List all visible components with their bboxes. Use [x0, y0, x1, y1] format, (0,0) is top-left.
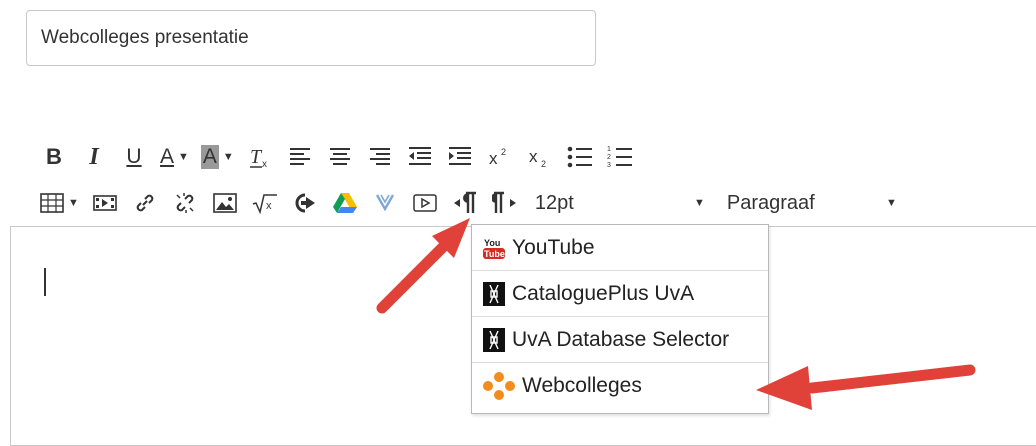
numbered-list-button[interactable]: 123: [606, 142, 634, 172]
svg-text:You: You: [484, 238, 500, 248]
svg-text:x: x: [489, 149, 498, 168]
toolbar-row-insert: ▼ x 12pt ▼ Paragraaf ▼: [40, 186, 1036, 220]
share-arrow-icon: [295, 193, 315, 213]
menu-item-label: Webcolleges: [522, 374, 642, 397]
subscript-button[interactable]: x2: [526, 142, 554, 172]
bold-button[interactable]: B: [40, 142, 68, 172]
media-dropdown-menu: You Tube YouTube CataloguePlus UvA UvA Da…: [471, 224, 769, 414]
svg-text:3: 3: [607, 162, 611, 169]
square-root-icon: x: [252, 194, 277, 214]
chevron-down-icon: ▼: [178, 151, 189, 163]
rtl-button[interactable]: [491, 188, 519, 218]
underline-button[interactable]: U: [120, 142, 148, 172]
numbered-list-icon: 123: [607, 146, 632, 169]
chevron-down-icon: ▼: [694, 197, 705, 209]
chevron-down-icon: ▼: [222, 151, 234, 163]
svg-text:2: 2: [607, 154, 611, 161]
uva-icon: [482, 327, 506, 352]
bullet-list-icon: [567, 146, 592, 168]
table-icon: [40, 193, 64, 213]
google-drive-icon: [332, 193, 357, 213]
video-button[interactable]: [411, 188, 439, 218]
paragraph-ltr-icon: [453, 191, 476, 213]
format-value: Paragraaf: [726, 191, 815, 214]
menu-item-uva-database-selector[interactable]: UvA Database Selector: [472, 317, 768, 363]
italic-button[interactable]: I: [80, 142, 108, 172]
paragraph-rtl-icon: [491, 191, 516, 213]
webcolleges-icon: [482, 372, 516, 400]
chevron-down-icon: ▼: [68, 197, 79, 209]
background-color-button[interactable]: A ▼: [200, 142, 234, 172]
svg-text:Tube: Tube: [484, 249, 505, 259]
clear-formatting-button[interactable]: Tx: [246, 142, 274, 172]
align-right-button[interactable]: [366, 142, 394, 172]
link-icon: [136, 194, 154, 212]
film-icon: [93, 195, 117, 211]
text-cursor: [44, 268, 46, 296]
bold-label: B: [46, 144, 62, 169]
table-button[interactable]: ▼: [40, 188, 79, 218]
uva-icon: [482, 281, 506, 306]
superscript-button[interactable]: x2: [486, 142, 514, 172]
unlink-button[interactable]: [171, 188, 199, 218]
underline-label: U: [126, 145, 142, 168]
indent-button[interactable]: [446, 142, 474, 172]
clear-formatting-icon: Tx: [249, 146, 267, 169]
indent-icon: [448, 147, 471, 165]
toolbar-row-formatting: B I U A ▼ A ▼ Tx x2 x2 123: [40, 140, 646, 174]
media-button[interactable]: [91, 188, 119, 218]
format-select[interactable]: Paragraaf ▼: [727, 192, 897, 215]
chevron-down-icon: ▼: [886, 197, 897, 209]
menu-item-label: YouTube: [512, 235, 595, 259]
ltr-button[interactable]: [451, 188, 479, 218]
menu-item-webcolleges[interactable]: Webcolleges: [472, 363, 768, 409]
outdent-icon: [408, 147, 431, 165]
svg-text:x: x: [529, 147, 538, 166]
align-left-button[interactable]: [286, 142, 314, 172]
image-button[interactable]: [211, 188, 239, 218]
menu-item-label: CataloguePlus UvA: [512, 281, 695, 305]
chevron-down-double-icon: [375, 194, 394, 212]
background-color-label: A: [200, 145, 219, 169]
play-icon: [413, 194, 437, 212]
more-media-button[interactable]: [371, 188, 399, 218]
title-input[interactable]: [26, 10, 596, 66]
link-button[interactable]: [131, 188, 159, 218]
svg-text:x: x: [266, 200, 272, 212]
google-drive-button[interactable]: [331, 188, 359, 218]
equation-button[interactable]: x: [251, 188, 279, 218]
font-size-select[interactable]: 12pt ▼: [535, 192, 705, 215]
svg-text:x: x: [262, 159, 267, 169]
align-center-button[interactable]: [326, 142, 354, 172]
align-center-icon: [329, 148, 350, 165]
bullet-list-button[interactable]: [566, 142, 594, 172]
align-left-icon: [289, 148, 310, 165]
menu-item-youtube[interactable]: You Tube YouTube: [472, 225, 768, 271]
embed-button[interactable]: [291, 188, 319, 218]
font-size-value: 12pt: [534, 191, 574, 214]
youtube-icon: You Tube: [482, 235, 506, 260]
svg-text:2: 2: [541, 159, 546, 168]
superscript-icon: x2: [489, 147, 506, 168]
menu-item-catalogueplus[interactable]: CataloguePlus UvA: [472, 271, 768, 317]
text-color-label: A: [160, 145, 175, 168]
subscript-icon: x2: [529, 147, 546, 168]
svg-text:1: 1: [607, 146, 611, 153]
unlink-icon: [176, 193, 194, 213]
image-icon: [213, 193, 237, 213]
outdent-button[interactable]: [406, 142, 434, 172]
align-right-icon: [369, 148, 390, 165]
italic-label: I: [89, 143, 99, 170]
svg-text:2: 2: [501, 147, 506, 157]
menu-item-label: UvA Database Selector: [512, 327, 730, 351]
text-color-button[interactable]: A ▼: [160, 142, 189, 172]
